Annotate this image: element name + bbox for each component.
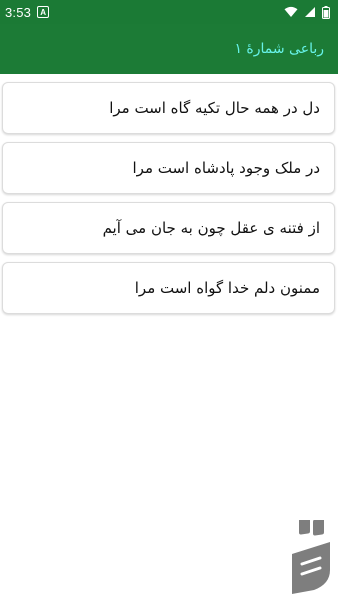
status-left: 3:53 A	[5, 4, 50, 20]
verse-card-1[interactable]: دل در همه حال تکیه گاه است مرا	[2, 82, 335, 134]
verse-text: از فتنه ی عقل چون به جان می آیم	[102, 219, 320, 237]
verse-text: در ملک وجود پادشاه است مرا	[132, 159, 321, 177]
app-screen: 3:53 A رباعی شمارهٔ ۱ دل در همه حال تکیه…	[0, 0, 338, 600]
battery-icon	[322, 5, 330, 19]
status-time: 3:53	[5, 4, 32, 20]
notification-a-icon: A	[37, 6, 50, 18]
verse-card-3[interactable]: از فتنه ی عقل چون به جان می آیم	[2, 202, 335, 254]
verse-card-4[interactable]: ممنون دلم خدا گواه است مرا	[2, 262, 335, 314]
signal-icon	[305, 7, 315, 17]
verse-list: دل در همه حال تکیه گاه است مرا در ملک وج…	[0, 74, 338, 314]
status-bar: 3:53 A	[0, 0, 338, 24]
bazaar-logo-icon	[292, 520, 330, 594]
app-bar: رباعی شمارهٔ ۱	[0, 24, 338, 74]
status-right	[284, 5, 330, 19]
verse-card-2[interactable]: در ملک وجود پادشاه است مرا	[2, 142, 335, 194]
wifi-icon	[284, 6, 298, 17]
verse-text: دل در همه حال تکیه گاه است مرا	[109, 99, 320, 117]
page-title: رباعی شمارهٔ ۱	[234, 41, 324, 57]
verse-text: ممنون دلم خدا گواه است مرا	[134, 279, 320, 297]
